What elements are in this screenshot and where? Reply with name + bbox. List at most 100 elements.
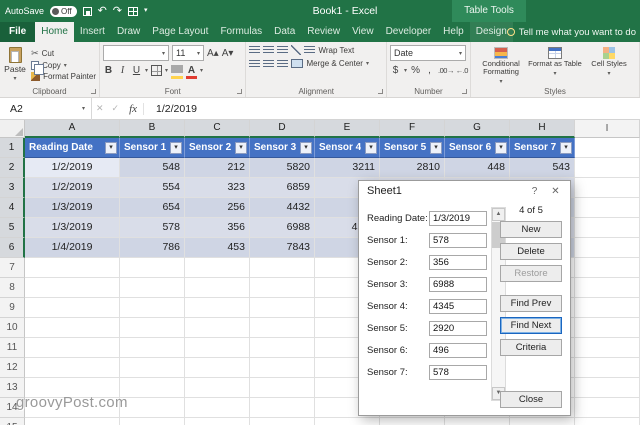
grid-cell-B10[interactable]: [120, 318, 185, 338]
grid-cell-I13[interactable]: [575, 378, 640, 398]
grid-cell-A5[interactable]: 1/3/2019: [25, 218, 120, 238]
grid-cell-B13[interactable]: [120, 378, 185, 398]
grid-cell-B4[interactable]: 654: [120, 198, 185, 218]
grid-cell-D3[interactable]: 6859: [250, 178, 315, 198]
column-header-C[interactable]: C: [185, 120, 250, 138]
dialog-launcher-icon[interactable]: [378, 89, 383, 94]
grid-cell-D4[interactable]: 4432: [250, 198, 315, 218]
grid-cell-D11[interactable]: [250, 338, 315, 358]
grid-cell-I10[interactable]: [575, 318, 640, 338]
dialog-field-input-sensor-1[interactable]: [429, 232, 487, 248]
insert-function-icon[interactable]: fx: [123, 102, 145, 115]
underline-button[interactable]: U: [131, 65, 142, 76]
dialog-button-find-next[interactable]: Find Next: [500, 317, 562, 334]
grid-cell-I15[interactable]: [575, 418, 640, 425]
column-header-E[interactable]: E: [315, 120, 380, 138]
dialog-launcher-icon[interactable]: [91, 89, 96, 94]
column-header-G[interactable]: G: [445, 120, 510, 138]
tab-file[interactable]: File: [0, 22, 36, 42]
autosave-toggle[interactable]: Off: [50, 5, 77, 17]
dialog-launcher-icon[interactable]: [237, 89, 243, 94]
table-header-cell-F1[interactable]: Sensor 5 ▾: [380, 138, 445, 158]
redo-icon[interactable]: ↷: [113, 0, 122, 22]
table-header-cell-E1[interactable]: Sensor 4 ▾: [315, 138, 380, 158]
filter-dropdown-icon[interactable]: ▾: [430, 141, 442, 154]
grid-cell-D12[interactable]: [250, 358, 315, 378]
filter-dropdown-icon[interactable]: ▾: [495, 141, 507, 154]
table-header-cell-B1[interactable]: Sensor 1 ▾: [120, 138, 185, 158]
dialog-close-icon[interactable]: ✕: [548, 184, 563, 199]
dialog-field-input-sensor-3[interactable]: [429, 276, 487, 292]
merge-center-button[interactable]: Merge & Center ▾: [291, 59, 369, 68]
font-size-select[interactable]: 11 ▾: [172, 45, 204, 61]
comma-style-button[interactable]: ,: [424, 65, 435, 76]
grid-cell-B2[interactable]: 548: [120, 158, 185, 178]
row-header-11[interactable]: 11: [0, 338, 25, 358]
grid-cell-I6[interactable]: [575, 238, 640, 258]
save-icon[interactable]: [82, 6, 92, 16]
dialog-button-find-prev[interactable]: Find Prev: [500, 295, 562, 312]
grid-cell-C4[interactable]: 256: [185, 198, 250, 218]
grid-cell-I2[interactable]: [575, 158, 640, 178]
help-button[interactable]: ?: [527, 184, 542, 199]
dialog-field-input-reading-date[interactable]: [429, 210, 487, 226]
dialog-field-input-sensor-4[interactable]: [429, 298, 487, 314]
grid-cell-C11[interactable]: [185, 338, 250, 358]
grid-cell-A7[interactable]: [25, 258, 120, 278]
decrease-decimal-button[interactable]: ←.0: [456, 66, 469, 75]
row-header-6[interactable]: 6: [0, 238, 25, 258]
grid-cell-A6[interactable]: 1/4/2019: [25, 238, 120, 258]
conditional-formatting-button[interactable]: Conditional Formatting ▾: [474, 45, 528, 85]
grid-cell-B15[interactable]: [120, 418, 185, 425]
grid-cell-C7[interactable]: [185, 258, 250, 278]
column-header-B[interactable]: B: [120, 120, 185, 138]
grid-cell-D14[interactable]: [250, 398, 315, 418]
grid-cell-C2[interactable]: 212: [185, 158, 250, 178]
row-header-3[interactable]: 3: [0, 178, 25, 198]
grid-cell-C12[interactable]: [185, 358, 250, 378]
qat-customize-icon[interactable]: ▾: [144, 0, 148, 22]
grid-cell-C10[interactable]: [185, 318, 250, 338]
grid-cell-I11[interactable]: [575, 338, 640, 358]
dialog-button-close[interactable]: Close: [500, 391, 562, 408]
grid-cell-I5[interactable]: [575, 218, 640, 238]
row-header-5[interactable]: 5: [0, 218, 25, 238]
filter-dropdown-icon[interactable]: ▾: [300, 141, 312, 154]
align-right-icon[interactable]: [277, 59, 289, 68]
wrap-text-button[interactable]: Wrap Text: [304, 46, 354, 55]
tab-home[interactable]: Home: [35, 22, 74, 42]
grid-cell-D15[interactable]: [250, 418, 315, 425]
decrease-font-size-button[interactable]: A▾: [222, 48, 234, 59]
grid-cell-C8[interactable]: [185, 278, 250, 298]
tab-insert[interactable]: Insert: [74, 22, 111, 42]
row-header-7[interactable]: 7: [0, 258, 25, 278]
dialog-button-new[interactable]: New: [500, 221, 562, 238]
table-icon[interactable]: [128, 6, 138, 16]
grid-cell-E2[interactable]: 3211: [315, 158, 380, 178]
grid-cell-E15[interactable]: [315, 418, 380, 425]
grid-cell-A12[interactable]: [25, 358, 120, 378]
align-center-icon[interactable]: [263, 59, 275, 68]
tab-developer[interactable]: Developer: [380, 22, 438, 42]
fill-color-button[interactable]: [171, 65, 184, 79]
grid-cell-I8[interactable]: [575, 278, 640, 298]
bold-button[interactable]: B: [103, 65, 114, 76]
cut-button[interactable]: ✂ Cut: [31, 48, 96, 59]
percent-style-button[interactable]: %: [410, 65, 421, 76]
orientation-button[interactable]: [291, 45, 302, 55]
italic-button[interactable]: I: [117, 65, 128, 76]
tab-view[interactable]: View: [346, 22, 380, 42]
column-header-A[interactable]: A: [25, 120, 120, 138]
grid-cell-A4[interactable]: 1/3/2019: [25, 198, 120, 218]
grid-cell-C5[interactable]: 356: [185, 218, 250, 238]
grid-cell-B3[interactable]: 554: [120, 178, 185, 198]
undo-icon[interactable]: ↶: [98, 0, 107, 22]
grid-cell-I7[interactable]: [575, 258, 640, 278]
grid-cell-C13[interactable]: [185, 378, 250, 398]
copy-button[interactable]: Copy ▾: [31, 61, 96, 75]
tab-formulas[interactable]: Formulas: [214, 22, 268, 42]
paste-button[interactable]: Paste ▾: [3, 45, 27, 85]
grid-cell-B6[interactable]: 786: [120, 238, 185, 258]
borders-button[interactable]: [151, 65, 163, 76]
select-all-corner[interactable]: [0, 120, 25, 138]
